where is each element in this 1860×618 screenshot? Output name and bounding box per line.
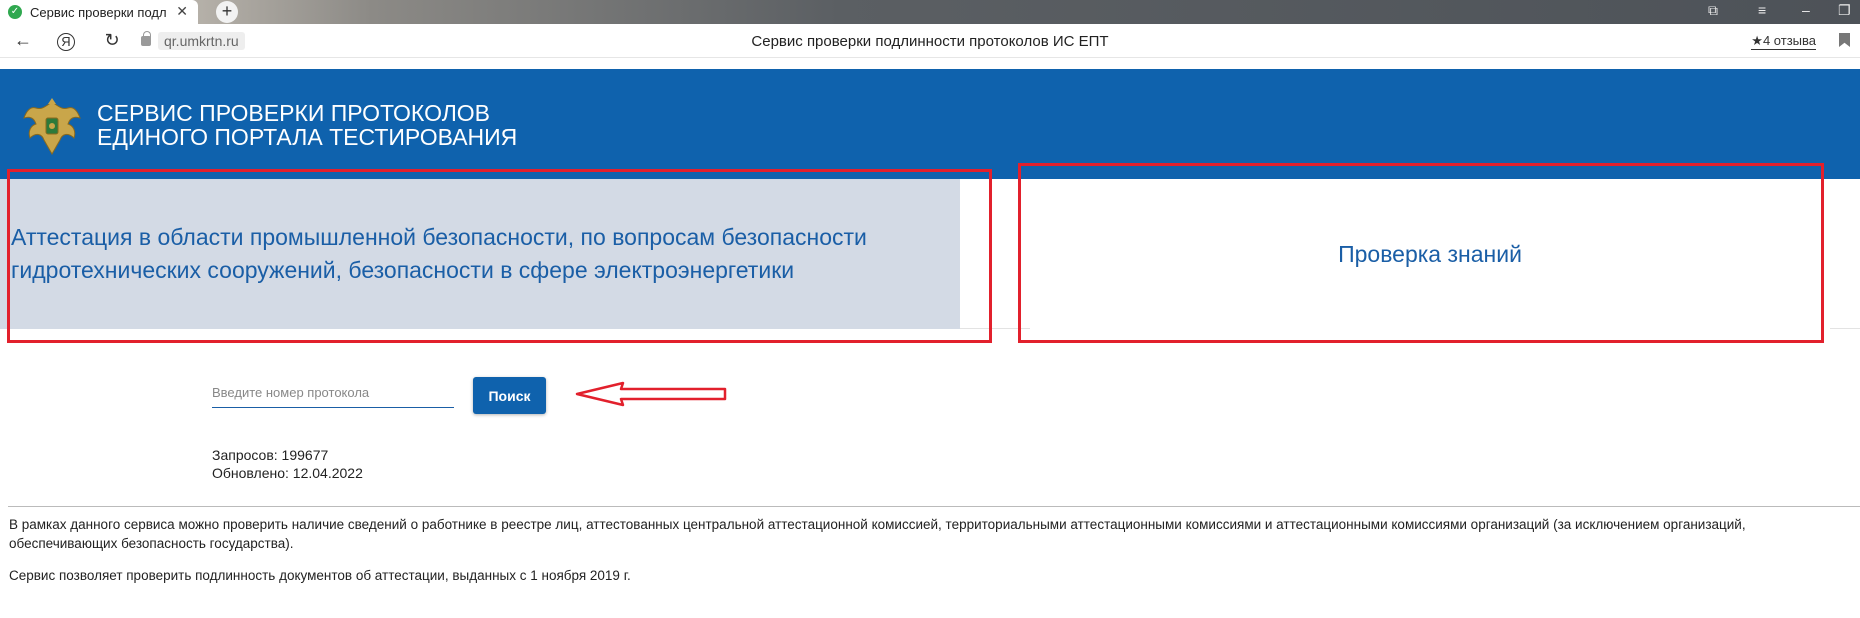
site-title-line2: ЕДИНОГО ПОРТАЛА ТЕСТИРОВАНИЯ — [97, 124, 518, 150]
info-paragraph-dates: Сервис позволяет проверить подлинность д… — [9, 568, 631, 583]
restore-icon[interactable]: ❐ — [1838, 2, 1851, 19]
requests-count: Запросов: 199677 — [212, 447, 329, 463]
site-title-line1: СЕРВИС ПРОВЕРКИ ПРОТОКОЛОВ — [97, 100, 491, 126]
site-title: СЕРВИС ПРОВЕРКИ ПРОТОКОЛОВ ЕДИНОГО ПОРТА… — [97, 101, 517, 149]
new-tab-button[interactable]: + — [216, 1, 238, 23]
reviews-link[interactable]: ★4 отзыва — [1751, 33, 1816, 50]
tabs-manager-icon[interactable]: ⧉ — [1708, 2, 1718, 19]
annotation-frame-left — [7, 169, 992, 343]
browser-tab[interactable]: ✓ Сервис проверки подл ✕ — [0, 0, 198, 24]
shield-favicon-icon: ✓ — [8, 5, 22, 19]
close-icon[interactable]: ✕ — [176, 3, 188, 20]
minimize-icon[interactable]: – — [1802, 2, 1810, 18]
address-bar: ← Я ↻ qr.umkrtn.ru Сервис проверки подли… — [0, 24, 1860, 58]
annotation-frame-right — [1018, 163, 1824, 343]
search-button[interactable]: Поиск — [473, 377, 546, 414]
menu-icon[interactable]: ≡ — [1758, 2, 1766, 18]
annotation-arrow-icon — [575, 381, 727, 407]
updated-date: Обновлено: 12.04.2022 — [212, 465, 363, 481]
eagle-emblem-icon — [23, 98, 81, 156]
info-paragraph: В рамках данного сервиса можно проверить… — [9, 517, 1746, 551]
page-title: Сервис проверки подлинности протоколов И… — [751, 33, 1109, 50]
browser-tab-bar: ✓ Сервис проверки подл ✕ + ⧉ ≡ – ❐ — [0, 0, 1860, 24]
stats-block: Запросов: 199677 Обновлено: 12.04.2022 — [212, 446, 363, 482]
protocol-number-input[interactable] — [212, 380, 454, 408]
divider — [8, 506, 1860, 507]
browser-tab-title: Сервис проверки подл — [30, 4, 167, 20]
